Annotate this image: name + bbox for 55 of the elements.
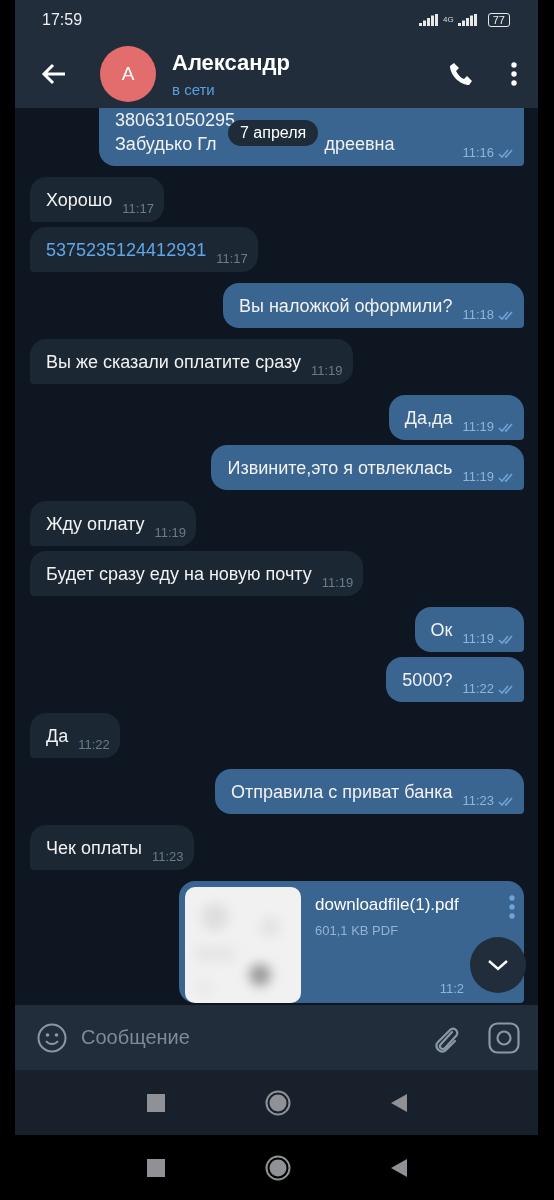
- message-text: Хорошо: [46, 189, 113, 212]
- message-time: 11:23: [462, 793, 494, 808]
- card-number-link[interactable]: 5375235124412931: [46, 238, 207, 262]
- signal-icon: [457, 13, 478, 27]
- avatar[interactable]: А: [100, 46, 156, 102]
- message-time: 11:2: [439, 981, 464, 996]
- message-time: 11:23: [151, 849, 184, 864]
- message-time: 11:17: [122, 201, 154, 216]
- back-arrow-icon[interactable]: [41, 63, 67, 85]
- file-size: 601,1 KB PDF: [315, 923, 400, 938]
- message-time: 11:22: [78, 737, 110, 752]
- phone-icon[interactable]: [448, 61, 474, 87]
- message-time: 11:19: [311, 363, 343, 378]
- recents-button[interactable]: [147, 1158, 165, 1177]
- back-button[interactable]: [391, 1158, 407, 1177]
- message-text: Забудько Гл: [115, 133, 217, 156]
- message-text: дреевна: [324, 133, 395, 156]
- message-text: Да,да: [404, 407, 453, 430]
- message-text: Чек оплаты: [46, 837, 142, 860]
- file-message-bubble[interactable]: downloadfile(1).pdf 601,1 KB PDF 11:2: [179, 881, 524, 1003]
- file-name: downloadfile(1).pdf: [315, 895, 460, 915]
- emoji-icon[interactable]: [37, 1022, 67, 1053]
- message-time: 11:19: [462, 419, 494, 434]
- home-button[interactable]: [265, 1154, 291, 1181]
- message-time: 11:18: [462, 307, 494, 322]
- message-text: Жду оплату: [46, 513, 145, 536]
- message-input[interactable]: Сообщение: [81, 1022, 418, 1053]
- message-time: 11:19: [462, 631, 494, 646]
- message-bar[interactable]: Сообщение: [15, 1005, 538, 1070]
- clock-time: 17:59: [42, 11, 83, 29]
- recents-button[interactable]: [146, 1093, 165, 1112]
- message-text: Ок: [430, 619, 453, 642]
- back-button[interactable]: [390, 1093, 407, 1112]
- online-status: в сети: [172, 81, 216, 98]
- message-text: Вы наложкой оформили?: [239, 295, 453, 318]
- message-time: 11:19: [154, 525, 187, 540]
- message-text: Да: [46, 725, 69, 748]
- chevron-down-icon: [487, 959, 509, 971]
- message-time: 11:16: [462, 145, 494, 160]
- message-text: Отправила с приват банка: [231, 781, 453, 804]
- message-text: Будет сразу еду на новую почту: [46, 563, 312, 586]
- menu-icon[interactable]: [510, 62, 518, 86]
- message-text: Вы же сказали оплатите сразу: [46, 351, 301, 374]
- signal-icon: [419, 13, 440, 27]
- camera-icon[interactable]: [488, 1021, 520, 1054]
- message-text: 5000?: [402, 669, 453, 692]
- home-button[interactable]: [264, 1089, 291, 1116]
- message-text: Извините,это я отвлеклась: [227, 457, 453, 480]
- message-time: 11:19: [462, 469, 494, 484]
- message-time: 11:17: [216, 251, 248, 266]
- message-time: 11:19: [321, 575, 354, 590]
- battery-level: 77: [487, 13, 510, 27]
- contact-name: Александр: [172, 50, 291, 76]
- network-label: 4G: [443, 15, 454, 24]
- message-time: 11:22: [462, 681, 494, 696]
